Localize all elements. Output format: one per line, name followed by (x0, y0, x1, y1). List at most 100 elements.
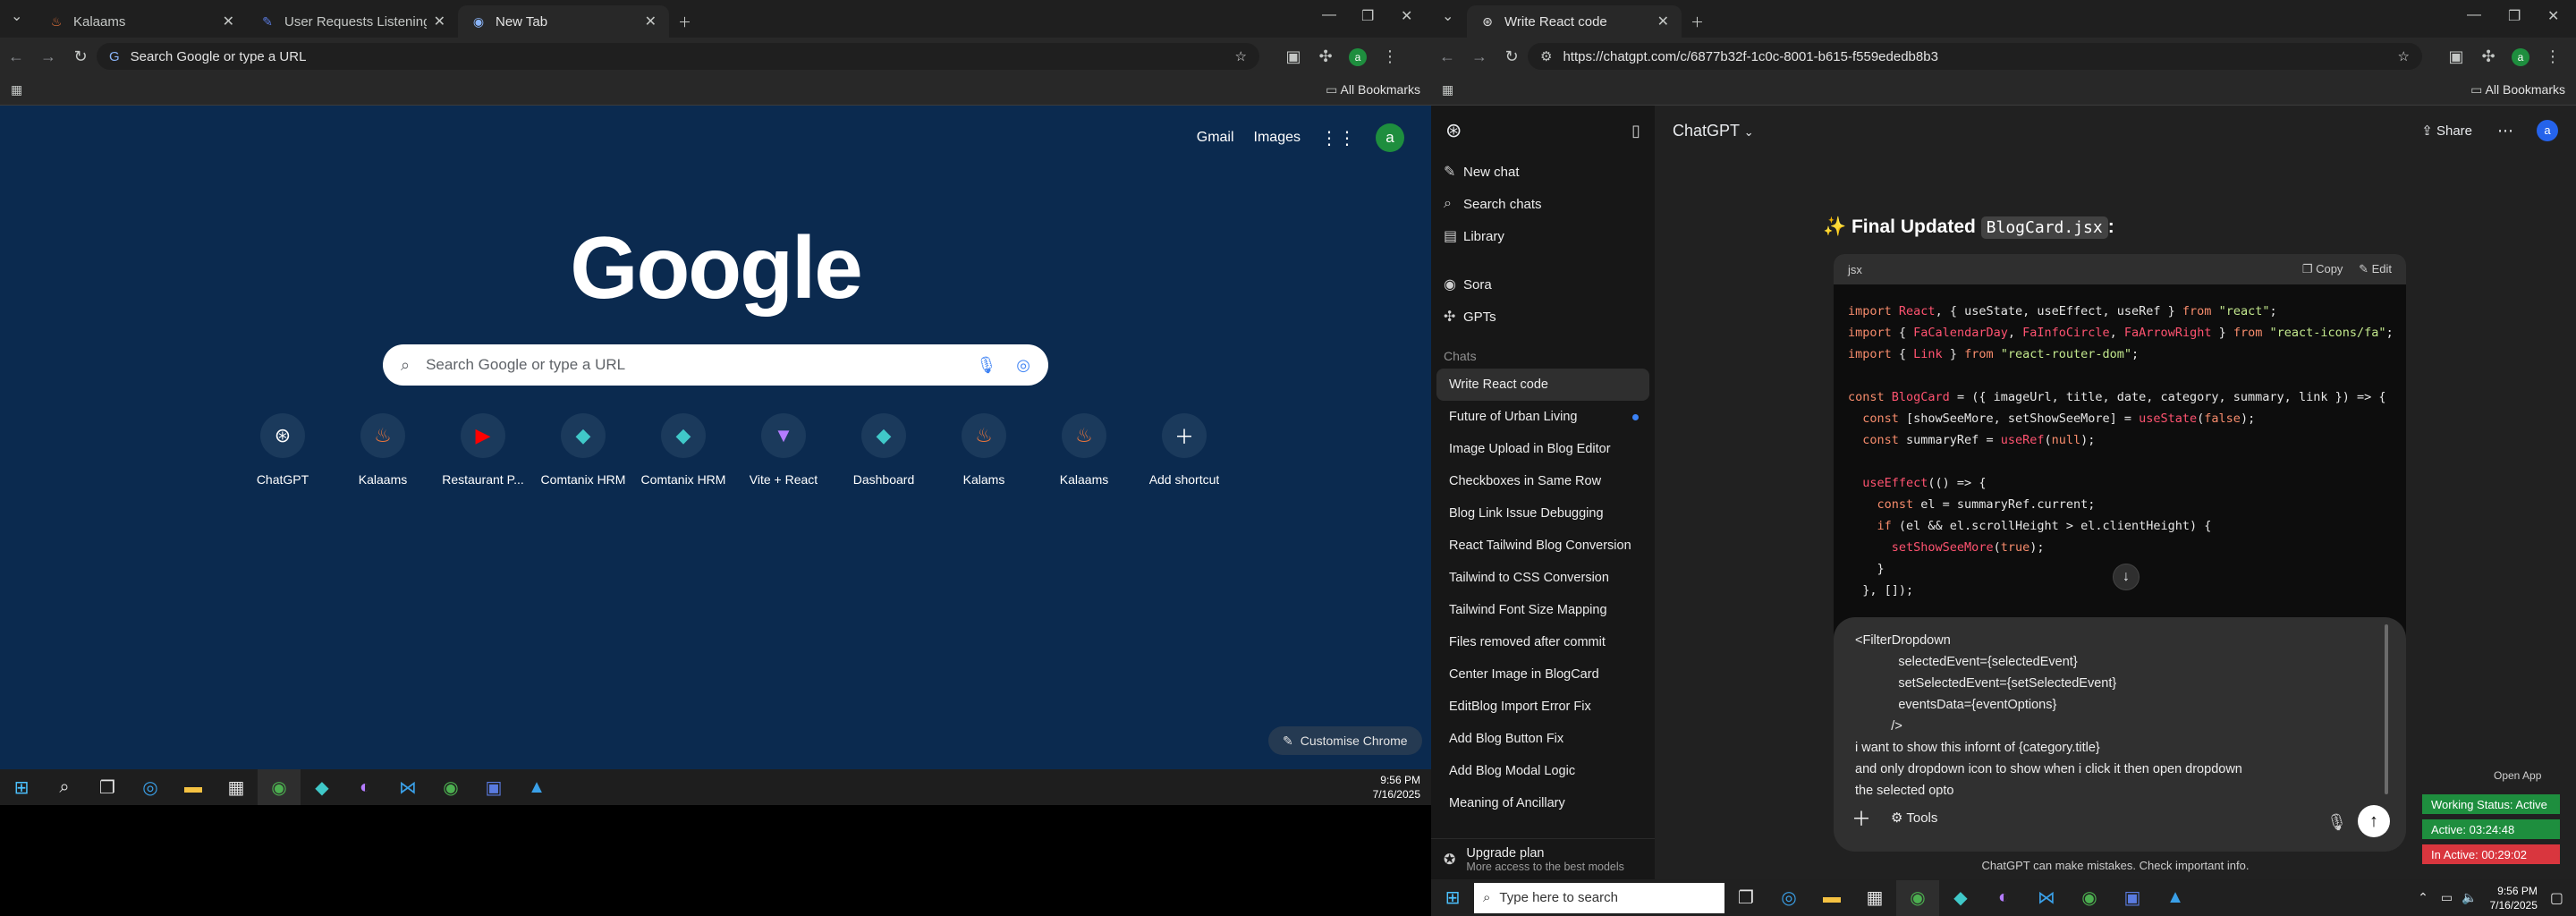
github-icon[interactable]: ◐ (343, 769, 386, 805)
chat-item[interactable]: Tailwind to CSS Conversion (1436, 562, 1649, 594)
task-view-icon[interactable]: ❐ (1724, 880, 1767, 916)
volume-icon[interactable]: 🔈 (2462, 890, 2477, 905)
windows-start-icon[interactable]: ⊞ (1431, 880, 1474, 916)
avatar[interactable]: a (2537, 120, 2558, 141)
model-selector[interactable]: ChatGPT ⌄ (1673, 122, 1754, 140)
mic-icon[interactable]: 🎙 (2326, 813, 2347, 832)
more-icon[interactable]: ⋯ (2497, 122, 2513, 140)
chat-item[interactable]: Blog Link Issue Debugging (1436, 497, 1649, 530)
open-app-link[interactable]: Open App (2494, 769, 2541, 782)
search-icon[interactable]: ⌕ (43, 769, 86, 805)
chrome-icon[interactable]: ◉ (2068, 880, 2111, 916)
chrome-icon[interactable]: ◉ (1896, 879, 1939, 916)
back-icon[interactable]: ← (1431, 47, 1463, 66)
vscode-icon[interactable]: ⋈ (386, 769, 429, 805)
task-view-icon[interactable]: ❐ (86, 769, 129, 805)
tab-kalaams[interactable]: ♨ Kalaams ✕ (36, 5, 247, 38)
store-icon[interactable]: ▦ (215, 769, 258, 805)
app-icon[interactable]: ▲ (2154, 880, 2197, 916)
close-icon[interactable]: ✕ (645, 13, 657, 30)
gmail-link[interactable]: Gmail (1197, 130, 1234, 146)
customise-chrome-button[interactable]: ✎ Customise Chrome (1268, 726, 1422, 755)
avatar[interactable]: a (1376, 123, 1404, 152)
windows-start-icon[interactable]: ⊞ (0, 769, 43, 805)
share-button[interactable]: ⇪ Share (2421, 123, 2472, 139)
reload-icon[interactable]: ↻ (64, 47, 97, 66)
chat-item[interactable]: Checkboxes in Same Row (1436, 465, 1649, 497)
shortcut-dashboard[interactable]: ◆ Dashboard (834, 413, 934, 487)
shortcut-kalams[interactable]: ♨ Kalams (934, 413, 1034, 487)
shortcut-kalaams[interactable]: ♨ Kalaams (333, 413, 433, 487)
apps-grid-icon[interactable]: ▦ (1442, 82, 1453, 98)
notifications-icon[interactable]: ▢ (2550, 889, 2563, 907)
upgrade-plan-button[interactable]: ✪ Upgrade plan More access to the best m… (1431, 838, 1655, 879)
sidebar-toggle-icon[interactable]: ▯ (1631, 122, 1640, 140)
forward-icon[interactable]: → (32, 47, 64, 66)
images-link[interactable]: Images (1254, 130, 1301, 146)
github-icon[interactable]: ◐ (1982, 880, 2025, 916)
close-icon[interactable]: ✕ (1657, 13, 1669, 30)
zoom-icon[interactable]: ▣ (2111, 880, 2154, 916)
store-icon[interactable]: ▦ (1853, 880, 1896, 916)
mic-icon[interactable]: 🎙 (976, 356, 996, 375)
new-chat-button[interactable]: ✎ New chat (1431, 156, 1655, 188)
taskbar-search[interactable]: ⌕ Type here to search (1474, 882, 1724, 913)
menu-icon[interactable]: ⋮ (2537, 47, 2569, 66)
chat-item[interactable]: EditBlog Import Error Fix (1436, 691, 1649, 723)
file-explorer-icon[interactable]: ▬ (1810, 880, 1853, 916)
sora-button[interactable]: ◉ Sora (1431, 268, 1655, 301)
send-button[interactable]: ↑ (2358, 805, 2390, 837)
close-icon[interactable]: ✕ (434, 13, 445, 30)
restore-icon[interactable]: ❐ (2508, 7, 2521, 25)
profile-icon[interactable]: a (2504, 47, 2537, 66)
tab-user-requests[interactable]: ✎ User Requests Listening Assista ✕ (247, 5, 458, 38)
attach-plus-icon[interactable]: ＋ (1852, 803, 1871, 832)
google-search-box[interactable]: ⌕ Search Google or type a URL 🎙 ◎ (383, 344, 1048, 386)
tools-button[interactable]: ⚙ Tools (1891, 810, 1937, 826)
scroll-down-button[interactable]: ↓ (2113, 564, 2140, 590)
composer-input[interactable]: <FilterDropdown selectedEvent={selectedE… (1855, 630, 2379, 802)
puzzle-icon[interactable]: ✣ (1309, 47, 1342, 66)
composer-scrollbar[interactable] (2385, 624, 2388, 794)
new-tab-button[interactable]: ＋ (1682, 5, 1717, 38)
shortcut-restaurant[interactable]: ▶ Restaurant P... (433, 413, 533, 487)
star-icon[interactable]: ☆ (2398, 48, 2410, 64)
extension-icon[interactable]: ▣ (2440, 47, 2472, 66)
menu-icon[interactable]: ⋮ (1374, 47, 1406, 66)
address-bar[interactable]: ⚙ https://chatgpt.com/c/6877b32f-1c0c-80… (1528, 43, 2422, 70)
chat-item[interactable]: Future of Urban Living (1436, 401, 1649, 433)
app-icon[interactable]: ◆ (301, 769, 343, 805)
close-icon[interactable]: ✕ (223, 13, 234, 30)
all-bookmarks[interactable]: ▭ All Bookmarks (2470, 82, 2565, 98)
shortcut-comtanix-hrm-2[interactable]: ◆ Comtanix HRM (633, 413, 733, 487)
new-tab-button[interactable]: ＋ (669, 5, 705, 38)
address-bar[interactable]: G Search Google or type a URL ☆ (97, 43, 1259, 70)
chat-item[interactable]: Add Blog Button Fix (1436, 723, 1649, 755)
chat-item[interactable]: Center Image in BlogCard (1436, 658, 1649, 691)
tab-search-icon[interactable]: ⌄ (1442, 7, 1453, 25)
profile-icon[interactable]: a (1342, 47, 1374, 66)
search-chats-button[interactable]: ⌕ Search chats (1431, 188, 1655, 220)
tab-write-react-code[interactable]: ⊛ Write React code ✕ (1467, 5, 1682, 38)
tab-new-tab[interactable]: ◉ New Tab ✕ (458, 5, 669, 38)
shortcut-kalaams-2[interactable]: ♨ Kalaams (1034, 413, 1134, 487)
forward-icon[interactable]: → (1463, 47, 1496, 66)
openai-logo-icon[interactable]: ⊛ (1445, 119, 1462, 142)
library-button[interactable]: ▤ Library (1431, 220, 1655, 252)
minimize-icon[interactable]: — (1322, 7, 1336, 23)
tab-search-icon[interactable]: ⌄ (11, 7, 22, 25)
add-shortcut[interactable]: ＋ Add shortcut (1134, 413, 1234, 487)
app-icon[interactable]: ▲ (515, 769, 558, 805)
apps-grid-icon[interactable]: ▦ (11, 82, 22, 98)
close-window-icon[interactable]: ✕ (1401, 7, 1412, 25)
edit-button[interactable]: ✎ Edit (2359, 262, 2392, 276)
vscode-icon[interactable]: ⋈ (2025, 880, 2068, 916)
chat-item[interactable]: Add Blog Modal Logic (1436, 755, 1649, 787)
message-composer[interactable]: <FilterDropdown selectedEvent={selectedE… (1834, 617, 2406, 852)
chat-item[interactable]: Meaning of Ancillary (1436, 787, 1649, 819)
gpts-button[interactable]: ✣ GPTs (1431, 301, 1655, 333)
star-icon[interactable]: ☆ (1235, 48, 1247, 64)
chat-item[interactable]: Files removed after commit (1436, 626, 1649, 658)
chrome-icon[interactable]: ◉ (258, 769, 301, 805)
close-window-icon[interactable]: ✕ (2547, 7, 2559, 25)
